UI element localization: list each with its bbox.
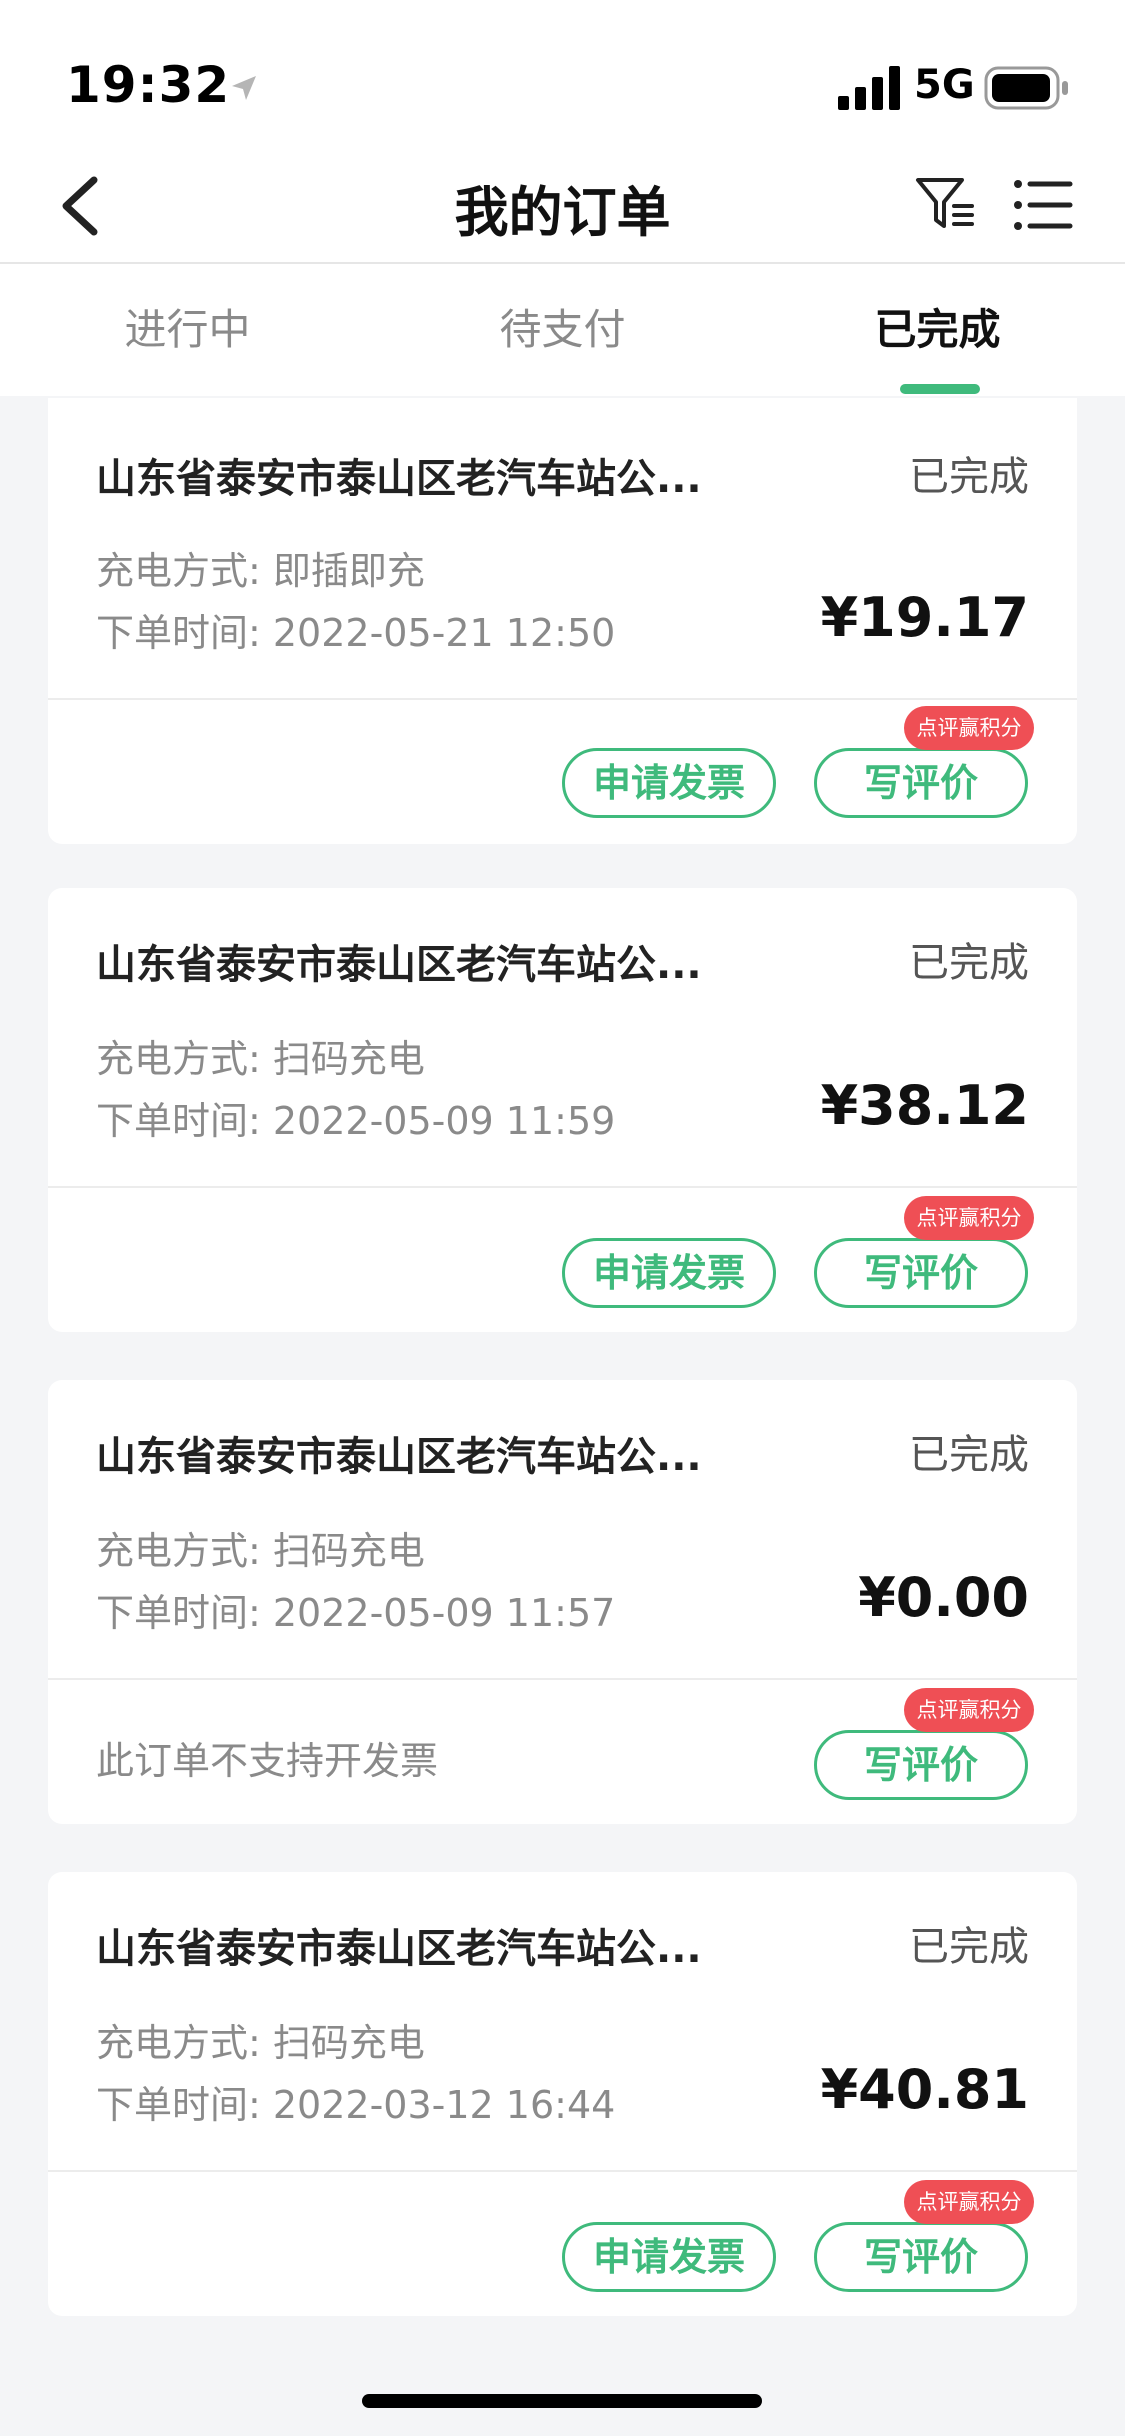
station-name: 山东省泰安市泰山区老汽车站公... [96, 456, 702, 502]
order-status: 已完成 [909, 1432, 1029, 1478]
order-status: 已完成 [909, 940, 1029, 986]
order-time: 下单时间: 2022-05-09 11:57 [96, 1591, 616, 1635]
order-price: ¥38.12 [820, 1074, 1029, 1137]
order-status: 已完成 [909, 454, 1029, 500]
menu-list-icon[interactable] [1010, 172, 1076, 238]
order-status: 已完成 [909, 1924, 1029, 1970]
write-review-button[interactable]: 写评价 [814, 748, 1028, 818]
card-divider [48, 1186, 1077, 1188]
card-divider [48, 1678, 1077, 1680]
tab-completed[interactable]: 已完成 [750, 296, 1125, 357]
review-points-badge: 点评赢积分 [904, 2180, 1034, 2224]
tab-in-progress[interactable]: 进行中 [0, 296, 375, 357]
order-price: ¥19.17 [820, 586, 1029, 649]
card-divider [48, 2170, 1077, 2172]
station-name: 山东省泰安市泰山区老汽车站公... [96, 1926, 702, 1972]
home-indicator[interactable] [362, 2394, 762, 2408]
order-time: 下单时间: 2022-05-09 11:59 [96, 1099, 616, 1143]
no-invoice-note: 此订单不支持开发票 [96, 1739, 439, 1783]
header-area: 19:32 5G 我的订单 进行中 待支付 已完成 [0, 0, 1125, 396]
order-time: 下单时间: 2022-03-12 16:44 [96, 2083, 616, 2127]
charge-method: 充电方式: 即插即充 [96, 549, 425, 593]
review-points-badge: 点评赢积分 [904, 1196, 1034, 1240]
order-card[interactable]: 山东省泰安市泰山区老汽车站公... 已完成 充电方式: 扫码充电 下单时间: 2… [48, 1380, 1077, 1824]
card-divider [48, 698, 1077, 700]
status-time: 19:32 [66, 56, 231, 114]
battery-icon [984, 66, 1068, 110]
review-points-badge: 点评赢积分 [904, 1688, 1034, 1732]
order-price: ¥0.00 [858, 1566, 1029, 1629]
charge-method: 充电方式: 扫码充电 [96, 1037, 425, 1081]
station-name: 山东省泰安市泰山区老汽车站公... [96, 942, 702, 988]
active-tab-indicator [900, 384, 980, 394]
network-type-label: 5G [914, 62, 975, 108]
charge-method: 充电方式: 扫码充电 [96, 2021, 425, 2065]
location-arrow-icon [232, 76, 256, 100]
review-points-badge: 点评赢积分 [904, 706, 1034, 750]
charge-method: 充电方式: 扫码充电 [96, 1529, 425, 1573]
station-name: 山东省泰安市泰山区老汽车站公... [96, 1434, 702, 1480]
filter-icon[interactable] [912, 170, 978, 236]
write-review-button[interactable]: 写评价 [814, 1730, 1028, 1800]
apply-invoice-button[interactable]: 申请发票 [562, 2222, 776, 2292]
write-review-button[interactable]: 写评价 [814, 2222, 1028, 2292]
order-price: ¥40.81 [820, 2058, 1029, 2121]
status-bar: 19:32 5G [0, 0, 1125, 150]
tab-pending-payment[interactable]: 待支付 [375, 296, 750, 357]
navigation-bar: 我的订单 [0, 150, 1125, 264]
apply-invoice-button[interactable]: 申请发票 [562, 748, 776, 818]
cellular-signal-icon [838, 66, 900, 110]
order-status-tabs: 进行中 待支付 已完成 [0, 264, 1125, 396]
order-card[interactable]: 山东省泰安市泰山区老汽车站公... 已完成 充电方式: 扫码充电 下单时间: 2… [48, 1872, 1077, 2316]
apply-invoice-button[interactable]: 申请发票 [562, 1238, 776, 1308]
write-review-button[interactable]: 写评价 [814, 1238, 1028, 1308]
order-time: 下单时间: 2022-05-21 12:50 [96, 611, 616, 655]
order-card[interactable]: 山东省泰安市泰山区老汽车站公... 已完成 充电方式: 即插即充 下单时间: 2… [48, 398, 1077, 844]
order-card[interactable]: 山东省泰安市泰山区老汽车站公... 已完成 充电方式: 扫码充电 下单时间: 2… [48, 888, 1077, 1332]
